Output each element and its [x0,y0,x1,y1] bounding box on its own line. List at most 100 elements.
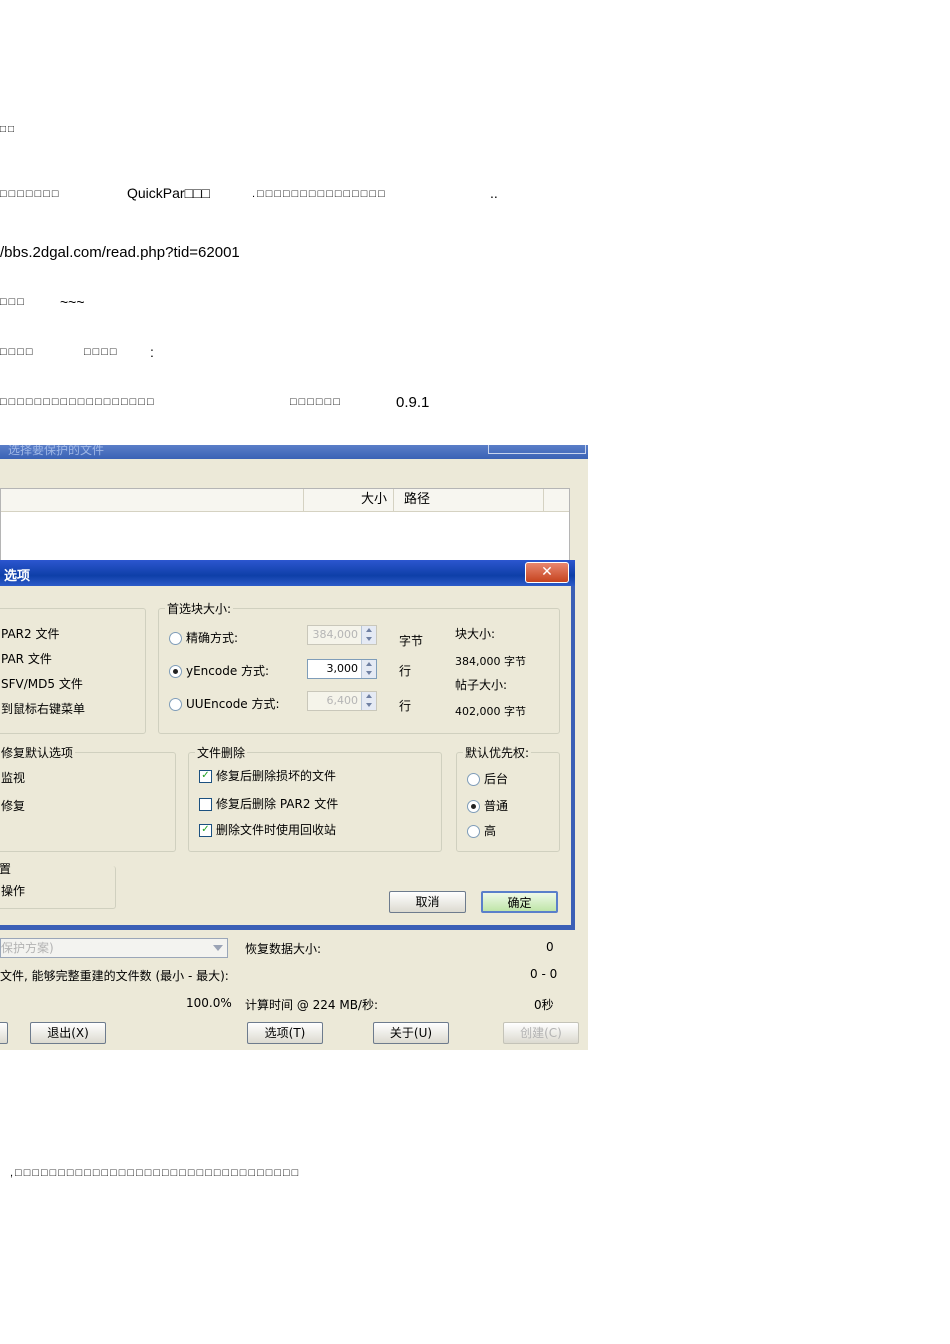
doc-line-5c: : [150,344,154,360]
protection-scheme-select[interactable]: 保护方案) [0,938,228,958]
assoc-par2[interactable]: PAR2 文件 [1,625,59,642]
priority-high-radio[interactable]: 高 [467,822,496,839]
yencode-mode-label: yEncode 方式: [186,664,270,678]
protection-scheme-value: 保护方案) [1,941,54,955]
radio-icon [467,825,480,838]
delete-par2-label: 修复后删除 PAR2 文件 [216,797,339,811]
radio-selected-icon [467,800,480,813]
misc-group: 置 操作 [0,862,116,909]
priority-background-radio[interactable]: 后台 [467,770,508,787]
recovery-size-value: 0 [546,940,554,954]
checkbox-checked-icon: ✓ [199,824,212,837]
doc-line-2c: .□□□□□□□□□□□□□□□ [252,188,387,200]
options-button[interactable]: 选项(T) [247,1022,323,1044]
calc-time-label: 计算时间 @ 224 MB/秒: [245,998,379,1012]
create-button[interactable]: 创建(C) [503,1022,579,1044]
doc-line-2d: .. [490,185,498,201]
assoc-context-menu[interactable]: 到鼠标右键菜单 [1,700,85,717]
doc-version: 0.9.1 [396,394,430,411]
radio-icon [169,632,182,645]
priority-title: 默认优先权: [463,744,532,761]
yencode-mode-radio[interactable]: yEncode 方式: [169,662,269,679]
block-size-label: 块大小: [455,627,496,641]
doc-line-6b: □□□□□□ [290,396,342,408]
options-dialog: 选项 ✕ PAR2 文件 PAR 文件 SFV/MD5 文件 到鼠标右键菜单 首… [0,560,575,930]
doc-line-4a: □□□ [0,296,26,308]
about-button[interactable]: 关于(U) [373,1022,449,1044]
radio-icon [169,698,182,711]
monitor-option[interactable]: 监视 [1,769,25,786]
main-window-titlebar: 选择要保护的文件 [0,445,588,459]
options-dialog-titlebar: 选项 ✕ [0,560,575,586]
yencode-mode-value: 3,000 [326,662,359,675]
recycle-bin-checkbox[interactable]: ✓ 删除文件时使用回收站 [199,821,336,838]
doc-line-2a: □□□□□□□ [0,188,61,200]
priority-group: 默认优先权: 后台 普通 高 [456,744,560,852]
assoc-par[interactable]: PAR 文件 [1,650,52,667]
doc-line-2b: QuickPar□□□ [127,185,210,201]
uuencode-mode-unit: 行 [399,699,412,713]
chevron-down-icon [213,945,223,951]
spinner-arrows-icon[interactable] [361,626,376,644]
delete-damaged-checkbox[interactable]: ✓ 修复后删除损坏的文件 [199,767,336,784]
rebuild-count-label: 文件, 能够完整重建的文件数 (最小 - 最大): [0,969,229,983]
repair-defaults-title: 修复默认选项 [0,744,76,761]
main-window-title: 选择要保护的文件 [8,445,105,457]
repair-option[interactable]: 修复 [1,797,25,814]
doc-line-5b: □□□□ [84,346,119,358]
uuencode-mode-radio[interactable]: UUEncode 方式: [169,695,280,712]
block-size-group-title: 首选块大小: [165,600,234,617]
recovery-size-label: 恢复数据大小: [245,942,322,956]
quickpar-screenshot: 选择要保护的文件 大小 路径 保护方案) 恢复数据大小: 0 文件, 能够完整重… [0,445,588,1050]
cancel-button[interactable]: 取消 [389,891,466,913]
doc-url: /bbs.2dgal.com/read.php?tid=62001 [0,244,240,261]
misc-option[interactable]: 操作 [1,882,25,899]
rebuild-count-value: 0 - 0 [530,967,558,981]
uuencode-mode-label: UUEncode 方式: [186,697,280,711]
yencode-mode-unit: 行 [399,664,412,678]
uuencode-mode-input[interactable]: 6,400 [307,691,377,711]
doc-line-5a: □□□□ [0,346,35,358]
percent-value: 100.0% [186,996,232,1010]
calc-time-value: 0秒 [534,998,554,1012]
radio-selected-icon [169,665,182,678]
close-button[interactable]: ✕ [525,562,569,583]
post-size-label: 帖子大小: [455,678,508,692]
repair-defaults-group: 修复默认选项 监视 修复 [0,744,176,852]
exit-button[interactable]: 退出(X) [30,1022,106,1044]
exact-mode-label: 精确方式: [186,631,239,645]
recycle-bin-label: 删除文件时使用回收站 [216,823,337,837]
delete-damaged-label: 修复后删除损坏的文件 [216,769,337,783]
radio-icon [467,773,480,786]
doc-line-6a: □□□□□□□□□□□□□□□□□□ [0,396,156,408]
exact-mode-input[interactable]: 384,000 [307,625,377,645]
ok-button[interactable]: 确定 [481,891,558,913]
exact-mode-value: 384,000 [312,628,359,641]
doc-footer: ,□□□□□□□□□□□□□□□□□□□□□□□□□□□□□□□□□ [10,1167,301,1179]
uuencode-mode-value: 6,400 [326,694,359,707]
misc-title: 置 [0,862,12,876]
column-size[interactable]: 大小 [303,489,393,511]
block-size-group: 首选块大小: 精确方式: 384,000 字节 yEncode 方式: 3,00… [158,600,560,734]
block-size-value: 384,000 字节 [455,655,526,668]
checkbox-icon [199,798,212,811]
delete-par2-checkbox[interactable]: 修复后删除 PAR2 文件 [199,795,338,812]
exact-mode-radio[interactable]: 精确方式: [169,629,238,646]
yencode-mode-input[interactable]: 3,000 [307,659,377,679]
priority-normal-radio[interactable]: 普通 [467,797,508,814]
file-association-group: PAR2 文件 PAR 文件 SFV/MD5 文件 到鼠标右键菜单 [0,608,146,734]
file-deletion-group: 文件删除 ✓ 修复后删除损坏的文件 修复后删除 PAR2 文件 ✓ 删除文件时使用回… [188,744,442,852]
options-dialog-title: 选项 [4,569,31,584]
spinner-arrows-icon[interactable] [361,660,376,678]
partial-button[interactable] [0,1022,8,1044]
file-deletion-title: 文件删除 [195,744,248,761]
options-dialog-body: PAR2 文件 PAR 文件 SFV/MD5 文件 到鼠标右键菜单 首选块大小:… [0,586,571,925]
spinner-arrows-icon[interactable] [361,692,376,710]
exact-mode-unit: 字节 [399,634,424,648]
assoc-sfv-md5[interactable]: SFV/MD5 文件 [1,675,83,692]
priority-high-label: 高 [484,824,497,838]
checkbox-checked-icon: ✓ [199,770,212,783]
file-list-header: 大小 路径 [1,489,569,512]
doc-line-4b: ~~~ [60,294,85,310]
column-path[interactable]: 路径 [393,489,543,511]
